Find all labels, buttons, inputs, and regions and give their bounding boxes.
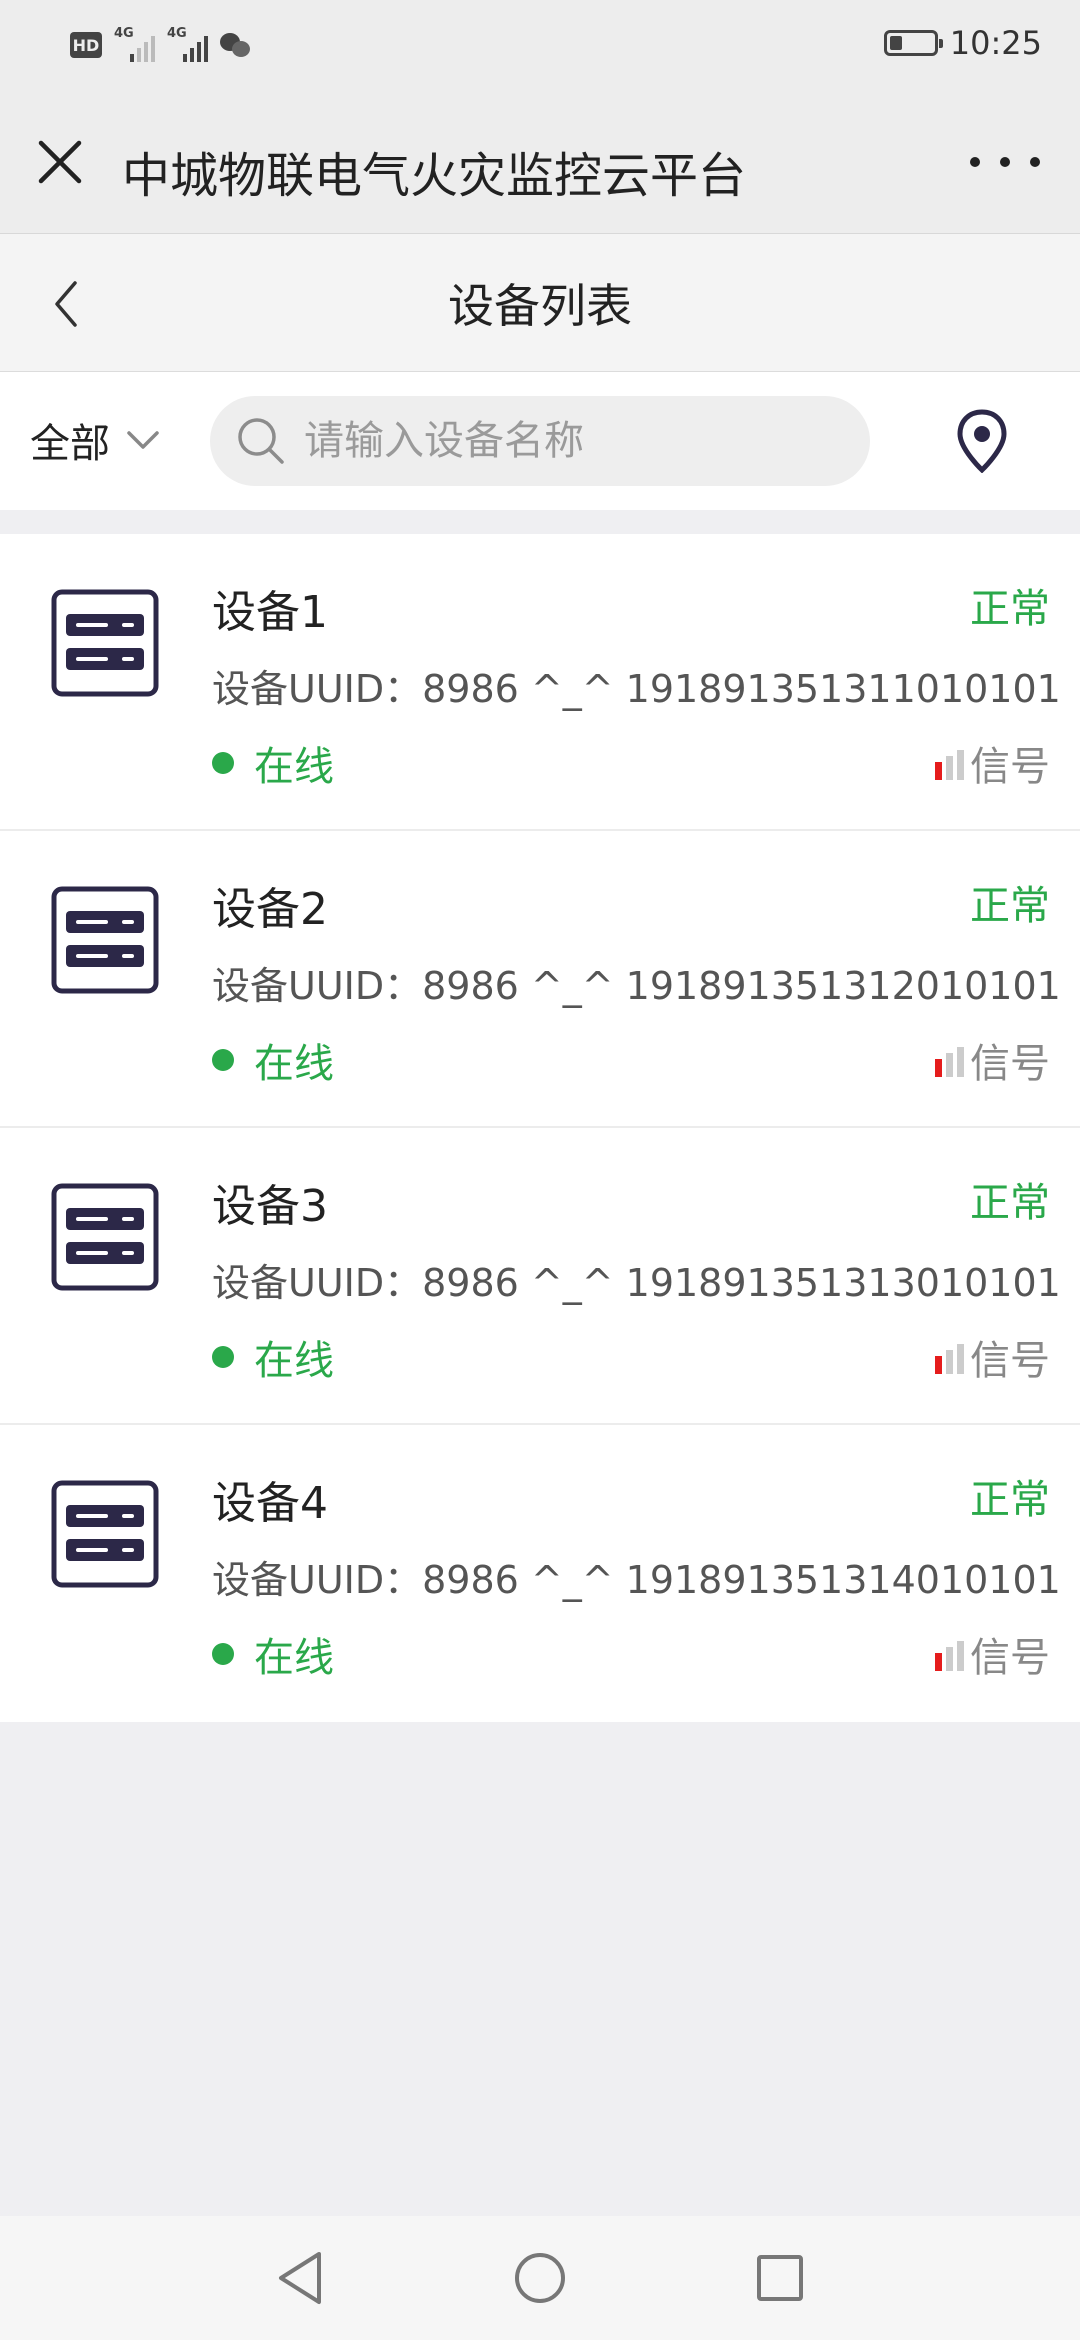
signal-bars-icon: [935, 1637, 964, 1671]
clock: 10:25: [949, 24, 1042, 62]
device-name: 设备1: [212, 587, 328, 638]
chevron-down-icon: [127, 431, 159, 449]
online-status: 在线: [212, 1031, 334, 1089]
network-type-2: 4G: [167, 26, 187, 41]
status-bar: HD 4G 4G 10:25: [0, 0, 1080, 90]
location-pin-icon: [957, 409, 1007, 473]
search-input[interactable]: [304, 418, 844, 464]
battery-icon: [883, 30, 943, 56]
hd-badge: HD: [70, 32, 102, 58]
signal-label: 信号: [970, 744, 1050, 790]
server-icon: [51, 1183, 159, 1291]
online-status: 在线: [212, 1625, 334, 1683]
page-title: 设备列表: [448, 279, 632, 333]
device-list: 设备1 正常 设备UUID：8986 ^_^ 19189135131101010…: [0, 534, 1080, 1722]
signal-label: 信号: [970, 1041, 1050, 1087]
device-item[interactable]: 设备3 正常 设备UUID：8986 ^_^ 19189135131301010…: [0, 1128, 1080, 1425]
online-label: 在线: [254, 1338, 334, 1384]
online-dot-icon: [212, 1346, 234, 1368]
device-status: 正常: [970, 883, 1050, 929]
server-icon: [51, 886, 159, 994]
nav-recents-button[interactable]: [750, 2248, 810, 2308]
online-status: 在线: [212, 1328, 334, 1386]
filter-bar: 全部: [0, 372, 1080, 510]
device-status: 正常: [970, 1477, 1050, 1523]
device-item[interactable]: 设备4 正常 设备UUID：8986 ^_^ 19189135131401010…: [0, 1425, 1080, 1722]
triangle-back-icon: [279, 2252, 321, 2304]
signal-bars-icon: [935, 1043, 964, 1077]
location-button[interactable]: [954, 406, 1010, 476]
signal-indicator: 信号: [935, 1625, 1050, 1683]
online-label: 在线: [254, 1041, 334, 1087]
more-icon: [970, 157, 980, 167]
close-button[interactable]: [30, 132, 90, 192]
app-title: 中城物联电气火灾监控云平台: [122, 148, 747, 204]
page-header: 设备列表: [0, 234, 1080, 372]
cell-signal-icon: 4G: [167, 26, 208, 62]
close-icon: [38, 140, 82, 184]
device-uuid: 设备UUID：8986 ^_^ 191891351312010101: [212, 964, 1061, 1008]
category-selected: 全部: [30, 421, 110, 467]
device-item[interactable]: 设备2 正常 设备UUID：8986 ^_^ 19189135131201010…: [0, 831, 1080, 1128]
wechat-header: 中城物联电气火灾监控云平台: [0, 90, 1080, 234]
wechat-icon: [220, 31, 252, 59]
square-recents-icon: [757, 2255, 803, 2301]
online-dot-icon: [212, 752, 234, 774]
online-dot-icon: [212, 1643, 234, 1665]
device-name: 设备3: [212, 1181, 328, 1232]
signal-bars-icon: [935, 1340, 964, 1374]
status-left: HD 4G 4G: [70, 26, 252, 62]
device-status: 正常: [970, 586, 1050, 632]
network-type-1: 4G: [114, 26, 134, 41]
category-dropdown[interactable]: 全部: [30, 412, 160, 468]
signal-bars-icon: [935, 746, 964, 780]
online-label: 在线: [254, 1635, 334, 1681]
online-label: 在线: [254, 744, 334, 790]
nav-home-button[interactable]: [510, 2248, 570, 2308]
status-right: 10:25: [883, 24, 1042, 62]
more-button[interactable]: [970, 142, 1040, 182]
online-status: 在线: [212, 734, 334, 792]
device-status: 正常: [970, 1180, 1050, 1226]
system-nav-bar: [0, 2216, 1080, 2340]
device-name: 设备2: [212, 884, 328, 935]
server-icon: [51, 589, 159, 697]
device-uuid: 设备UUID：8986 ^_^ 191891351313010101: [212, 1261, 1061, 1305]
search-box[interactable]: [210, 396, 870, 486]
signal-indicator: 信号: [935, 1031, 1050, 1089]
device-name: 设备4: [212, 1478, 328, 1529]
signal-indicator: 信号: [935, 1328, 1050, 1386]
search-icon: [238, 418, 284, 464]
circle-home-icon: [515, 2253, 565, 2303]
nav-back-button[interactable]: [270, 2248, 330, 2308]
cell-signal-icon: 4G: [114, 26, 155, 62]
server-icon: [51, 1480, 159, 1588]
signal-indicator: 信号: [935, 734, 1050, 792]
device-uuid: 设备UUID：8986 ^_^ 191891351311010101: [212, 667, 1061, 711]
signal-label: 信号: [970, 1635, 1050, 1681]
device-item[interactable]: 设备1 正常 设备UUID：8986 ^_^ 19189135131101010…: [0, 534, 1080, 831]
device-uuid: 设备UUID：8986 ^_^ 191891351314010101: [212, 1558, 1061, 1602]
signal-label: 信号: [970, 1338, 1050, 1384]
online-dot-icon: [212, 1049, 234, 1071]
